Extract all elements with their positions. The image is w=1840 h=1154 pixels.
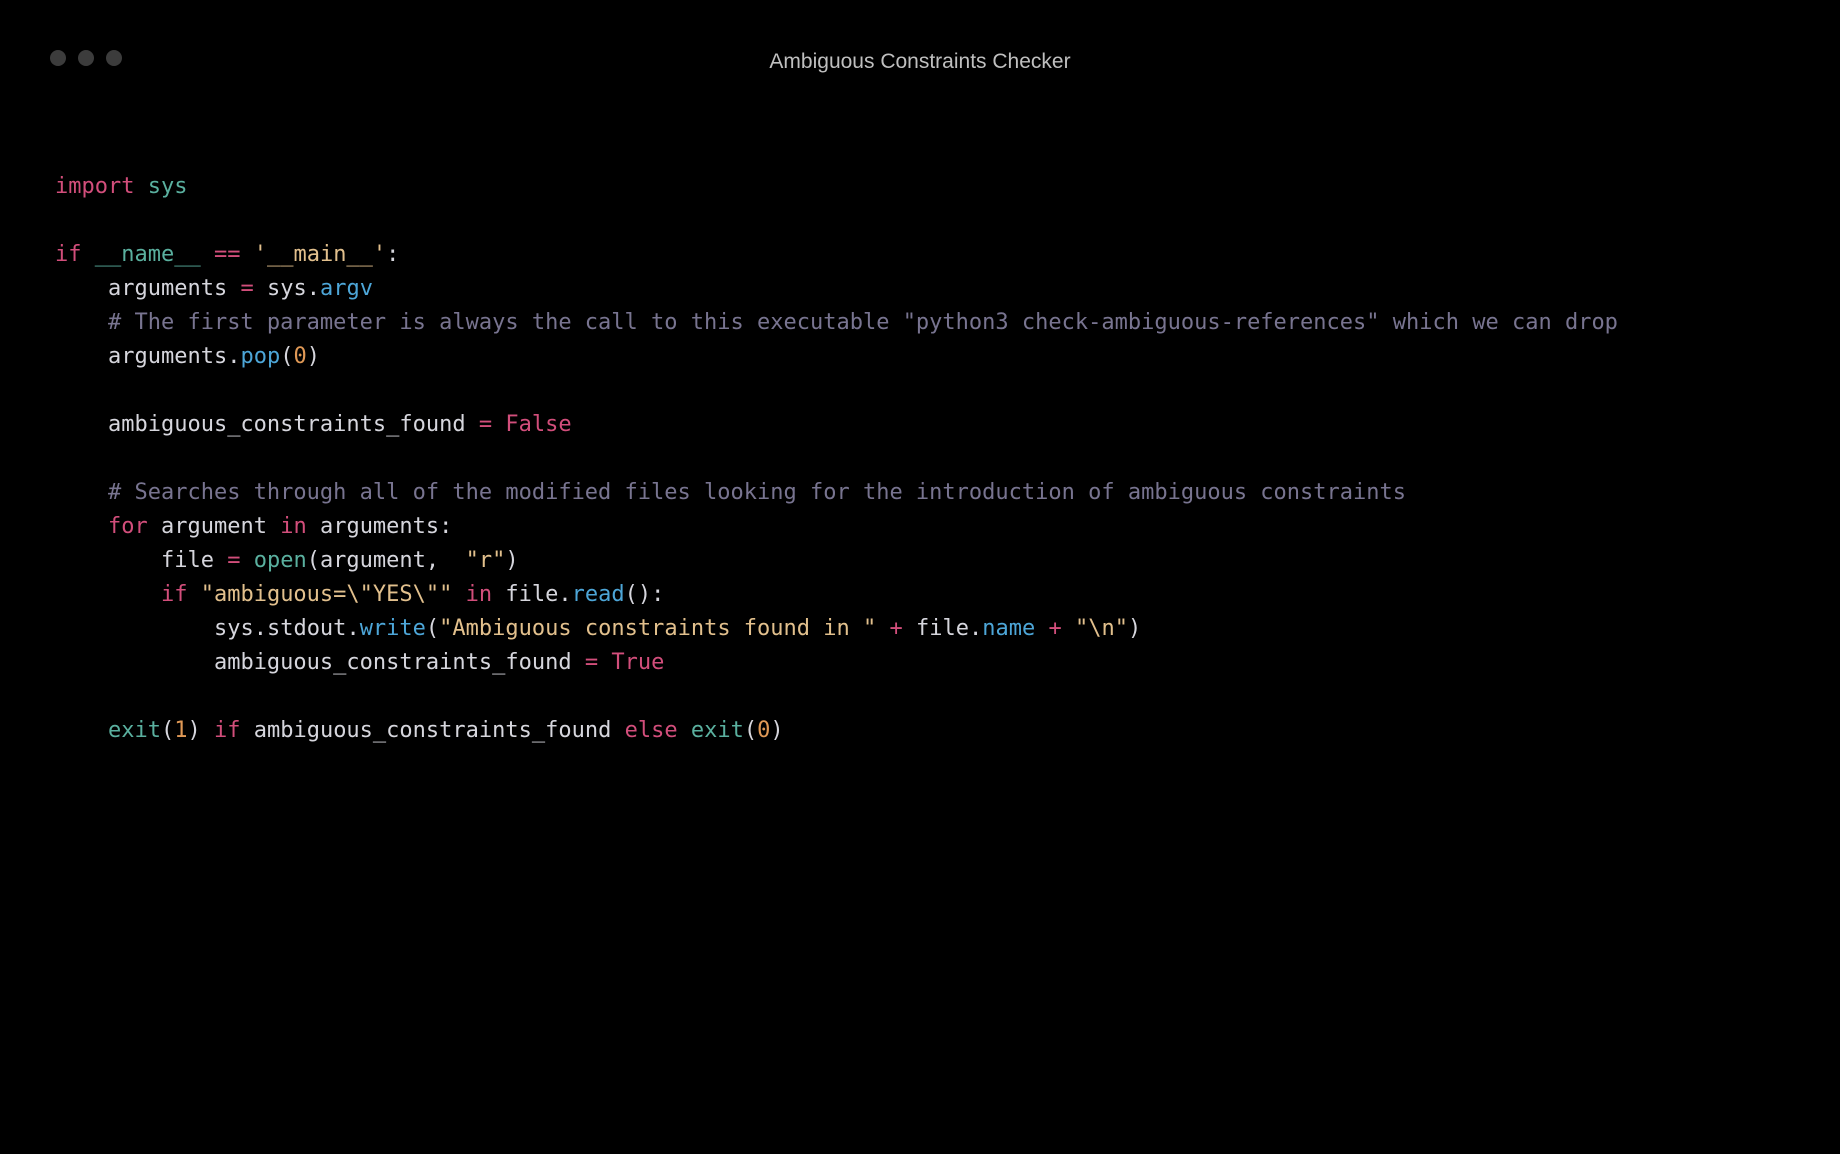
minimize-icon[interactable] xyxy=(78,50,94,66)
code-token: "\n" xyxy=(1075,616,1128,641)
code-token: if xyxy=(55,242,82,267)
code-token: stdout xyxy=(267,616,346,641)
code-token: name xyxy=(982,616,1035,641)
code-token: ) xyxy=(187,718,200,743)
window-title: Ambiguous Constraints Checker xyxy=(769,50,1070,74)
code-token: ( xyxy=(744,718,757,743)
code-token: ) xyxy=(1128,616,1141,641)
code-token: pop xyxy=(240,344,280,369)
titlebar: Ambiguous Constraints Checker xyxy=(0,0,1840,60)
code-token: ambiguous_constraints_found xyxy=(254,718,612,743)
code-token: '__main__' xyxy=(254,242,386,267)
code-token: file xyxy=(916,616,969,641)
code-token: exit xyxy=(691,718,744,743)
code-token: 0 xyxy=(293,344,306,369)
code-token: in xyxy=(280,514,307,539)
code-token: + xyxy=(1048,616,1061,641)
code-token: read xyxy=(572,582,625,607)
code-token: . xyxy=(307,276,320,301)
code-token: False xyxy=(505,412,571,437)
code-token: __name__ xyxy=(95,242,201,267)
code-token: ) xyxy=(505,548,518,573)
zoom-icon[interactable] xyxy=(106,50,122,66)
code-token: True xyxy=(611,650,664,675)
code-token: , xyxy=(426,548,439,573)
code-token: in xyxy=(466,582,493,607)
code-token: sys xyxy=(148,174,188,199)
code-token: . xyxy=(969,616,982,641)
code-token: argument xyxy=(320,548,426,573)
code-token: ( xyxy=(426,616,439,641)
code-token: : xyxy=(439,514,452,539)
code-token: exit xyxy=(108,718,161,743)
code-token: "Ambiguous constraints found in " xyxy=(439,616,876,641)
code-token: # The first parameter is always the call… xyxy=(108,310,1618,335)
code-token: open xyxy=(254,548,307,573)
code-token: = xyxy=(479,412,492,437)
code-editor[interactable]: import sys if __name__ == '__main__': ar… xyxy=(0,60,1840,748)
code-token: = xyxy=(240,276,253,301)
code-token: arguments xyxy=(108,344,227,369)
code-token: arguments xyxy=(320,514,439,539)
code-token: argument xyxy=(161,514,267,539)
code-token: import xyxy=(55,174,134,199)
code-token: else xyxy=(625,718,678,743)
editor-window: Ambiguous Constraints Checker import sys… xyxy=(0,0,1840,1154)
code-token: "ambiguous=\"YES\"" xyxy=(201,582,453,607)
code-token: arguments xyxy=(108,276,227,301)
code-token: () xyxy=(625,582,652,607)
code-token: ( xyxy=(307,548,320,573)
code-token: # Searches through all of the modified f… xyxy=(108,480,1406,505)
code-token: = xyxy=(585,650,598,675)
code-token: sys xyxy=(214,616,254,641)
code-token: for xyxy=(108,514,148,539)
code-token: ) xyxy=(770,718,783,743)
code-token: ( xyxy=(161,718,174,743)
code-token: . xyxy=(346,616,359,641)
code-token: ambiguous_constraints_found xyxy=(214,650,572,675)
code-token: ) xyxy=(307,344,320,369)
code-token: if xyxy=(161,582,188,607)
code-token: "r" xyxy=(466,548,506,573)
code-token: : xyxy=(651,582,664,607)
close-icon[interactable] xyxy=(50,50,66,66)
code-token: ( xyxy=(280,344,293,369)
code-token: 0 xyxy=(757,718,770,743)
code-token: : xyxy=(386,242,399,267)
code-token: file xyxy=(505,582,558,607)
traffic-lights xyxy=(50,50,122,66)
code-token: . xyxy=(227,344,240,369)
code-token: if xyxy=(214,718,241,743)
code-token: . xyxy=(254,616,267,641)
code-token: . xyxy=(558,582,571,607)
code-token: argv xyxy=(320,276,373,301)
code-token: sys xyxy=(267,276,307,301)
code-token: 1 xyxy=(174,718,187,743)
code-token: = xyxy=(227,548,240,573)
code-token: write xyxy=(360,616,426,641)
code-token: + xyxy=(890,616,903,641)
code-token: == xyxy=(214,242,241,267)
code-token: ambiguous_constraints_found xyxy=(108,412,466,437)
code-token: file xyxy=(161,548,214,573)
